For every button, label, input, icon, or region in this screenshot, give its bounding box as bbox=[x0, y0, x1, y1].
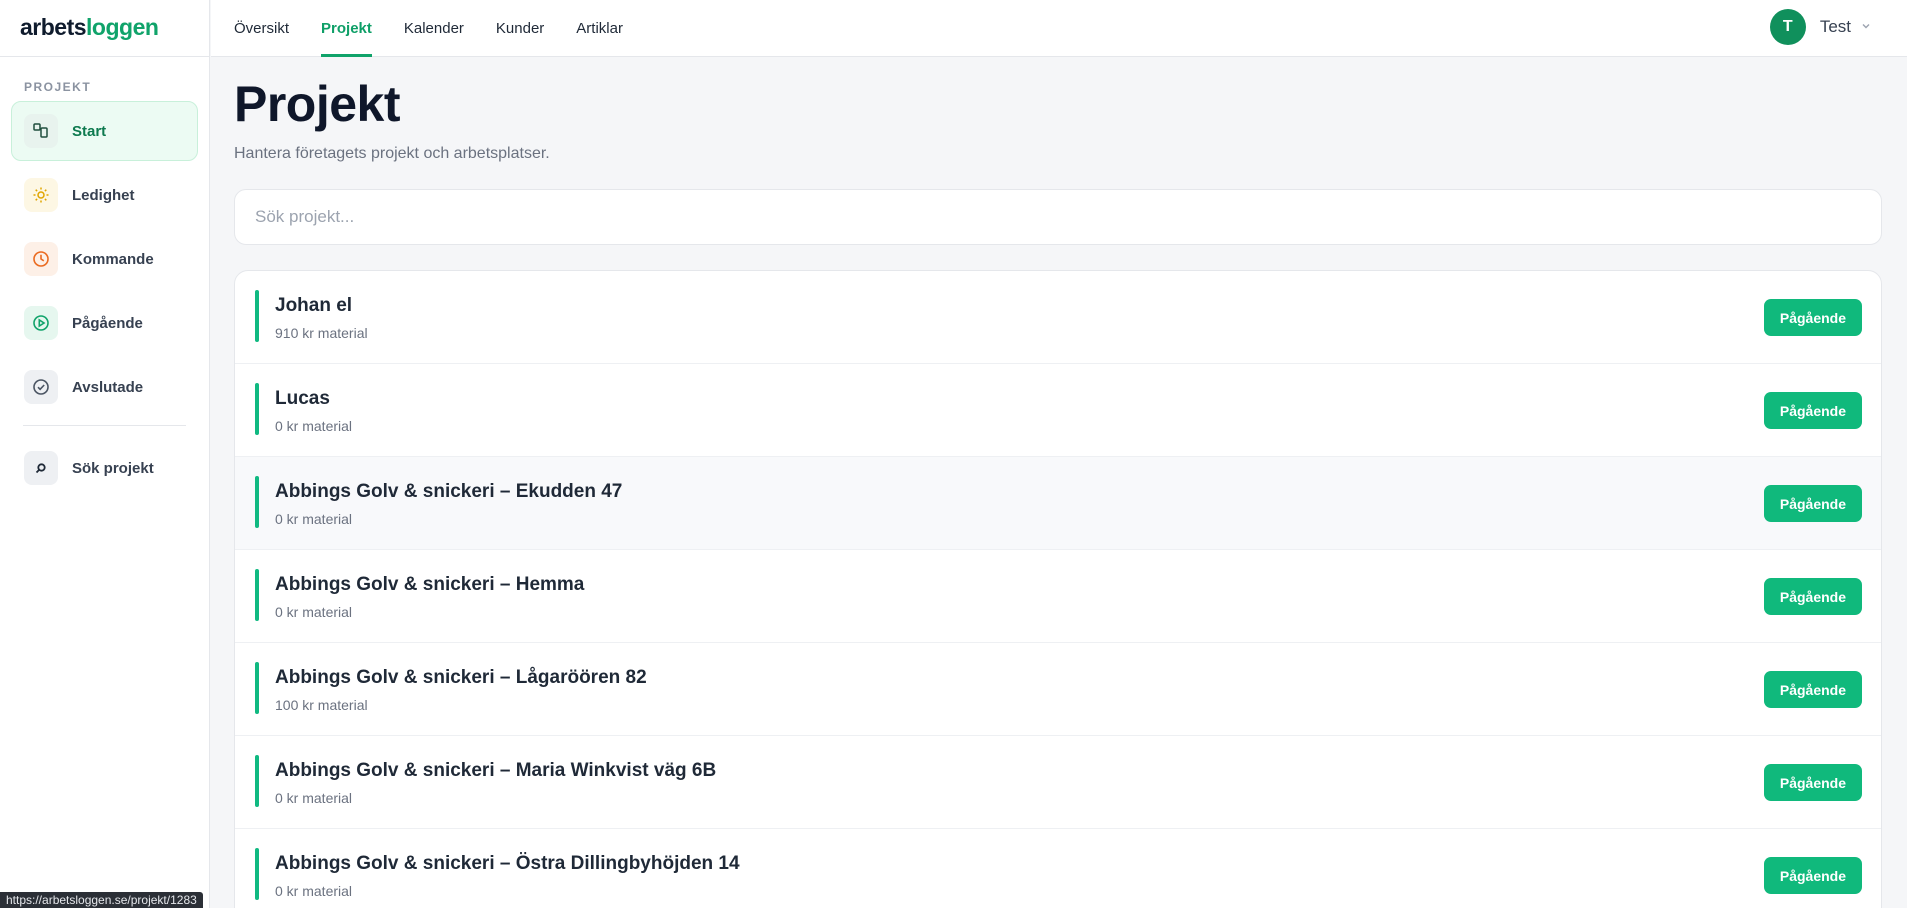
project-name: Abbings Golv & snickeri – Hemma bbox=[275, 574, 585, 595]
project-material-cost: 0 kr material bbox=[275, 418, 353, 434]
project-row[interactable]: Lucas 0 kr material Pågående bbox=[235, 364, 1881, 457]
sidebar-item-label: Sök projekt bbox=[72, 459, 154, 477]
project-name: Johan el bbox=[275, 295, 353, 316]
chevron-down-icon bbox=[1861, 18, 1871, 36]
browser-status-url: https://arbetsloggen.se/projekt/1283 bbox=[0, 892, 203, 908]
sidebar-item-pagaende[interactable]: Pågående bbox=[11, 293, 198, 353]
status-button[interactable]: Pågående bbox=[1763, 764, 1862, 801]
top-navigation: Översikt Projekt Kalender Kunder Artikla… bbox=[211, 0, 1907, 57]
project-row[interactable]: Abbings Golv & snickeri – Ekudden 47 0 k… bbox=[235, 457, 1881, 550]
user-menu[interactable]: T Test bbox=[1769, 9, 1871, 45]
project-name: Abbings Golv & snickeri – Lågaröören 82 bbox=[275, 667, 647, 688]
project-name: Abbings Golv & snickeri – Maria Winkvist… bbox=[275, 760, 717, 781]
sidebar-item-label: Avslutade bbox=[72, 378, 144, 396]
search-icon bbox=[24, 451, 58, 485]
project-material-cost: 0 kr material bbox=[275, 604, 353, 620]
project-material-cost: 910 kr material bbox=[275, 325, 368, 341]
status-indicator-bar bbox=[255, 755, 259, 807]
status-button[interactable]: Pågående bbox=[1763, 857, 1862, 894]
sun-icon bbox=[24, 178, 58, 212]
project-row[interactable]: Abbings Golv & snickeri – Maria Winkvist… bbox=[235, 736, 1881, 829]
project-row[interactable]: Johan el 910 kr material Pågående bbox=[235, 271, 1881, 364]
project-name: Lucas bbox=[275, 388, 330, 409]
sidebar-item-ledighet[interactable]: Ledighet bbox=[11, 165, 198, 225]
sidebar: arbetsloggen PROJEKT Start Ledighet Komm… bbox=[0, 0, 210, 908]
main-content: Projekt Hantera företagets projekt och a… bbox=[234, 57, 1882, 908]
sidebar-item-sok-projekt[interactable]: Sök projekt bbox=[11, 438, 198, 498]
project-name: Abbings Golv & snickeri – Östra Dillingb… bbox=[275, 853, 740, 874]
status-indicator-bar bbox=[255, 290, 259, 342]
status-button[interactable]: Pågående bbox=[1763, 671, 1862, 708]
sidebar-item-label: Ledighet bbox=[72, 186, 135, 204]
project-material-cost: 0 kr material bbox=[275, 511, 353, 527]
tab-artiklar[interactable]: Artiklar bbox=[576, 0, 623, 57]
logo-text-part2: loggen bbox=[86, 14, 159, 40]
project-list: Johan el 910 kr material Pågående Lucas … bbox=[234, 270, 1882, 908]
sidebar-item-start[interactable]: Start bbox=[11, 101, 198, 161]
status-button[interactable]: Pågående bbox=[1763, 485, 1862, 522]
project-row[interactable]: Abbings Golv & snickeri – Hemma 0 kr mat… bbox=[235, 550, 1881, 643]
sidebar-section-title: PROJEKT bbox=[24, 80, 92, 94]
search-box bbox=[234, 189, 1882, 245]
clock-icon bbox=[24, 242, 58, 276]
app-logo[interactable]: arbetsloggen bbox=[0, 0, 209, 57]
avatar: T bbox=[1769, 9, 1806, 45]
status-indicator-bar bbox=[255, 569, 259, 621]
project-material-cost: 100 kr material bbox=[275, 697, 368, 713]
project-row[interactable]: Abbings Golv & snickeri – Lågaröören 82 … bbox=[235, 643, 1881, 736]
sidebar-divider bbox=[23, 425, 186, 426]
user-name: Test bbox=[1819, 17, 1851, 36]
tab-kalender[interactable]: Kalender bbox=[404, 0, 464, 57]
sidebar-item-avslutade[interactable]: Avslutade bbox=[11, 357, 198, 417]
search-input[interactable] bbox=[235, 190, 1881, 244]
sidebar-item-label: Pågående bbox=[72, 314, 143, 332]
project-row[interactable]: Abbings Golv & snickeri – Östra Dillingb… bbox=[235, 829, 1881, 908]
project-name: Abbings Golv & snickeri – Ekudden 47 bbox=[275, 481, 623, 502]
status-button[interactable]: Pågående bbox=[1763, 392, 1862, 429]
logo-text-part1: arbets bbox=[20, 14, 87, 40]
status-button[interactable]: Pågående bbox=[1763, 299, 1862, 336]
project-material-cost: 0 kr material bbox=[275, 790, 353, 806]
page-title: Projekt bbox=[234, 76, 401, 132]
check-circle-icon bbox=[24, 370, 58, 404]
status-indicator-bar bbox=[255, 848, 259, 900]
layout-icon bbox=[24, 114, 58, 148]
status-button[interactable]: Pågående bbox=[1763, 578, 1862, 615]
nav-tabs: Översikt Projekt Kalender Kunder Artikla… bbox=[211, 0, 1907, 57]
sidebar-item-label: Kommande bbox=[72, 250, 154, 268]
status-indicator-bar bbox=[255, 476, 259, 528]
tab-projekt[interactable]: Projekt bbox=[321, 0, 372, 57]
sidebar-item-kommande[interactable]: Kommande bbox=[11, 229, 198, 289]
play-circle-icon bbox=[24, 306, 58, 340]
project-material-cost: 0 kr material bbox=[275, 883, 353, 899]
status-indicator-bar bbox=[255, 383, 259, 435]
tab-kunder[interactable]: Kunder bbox=[496, 0, 544, 57]
page-subtitle: Hantera företagets projekt och arbetspla… bbox=[234, 145, 550, 162]
sidebar-item-label: Start bbox=[72, 122, 107, 140]
tab-oversikt[interactable]: Översikt bbox=[234, 0, 289, 57]
status-indicator-bar bbox=[255, 662, 259, 714]
